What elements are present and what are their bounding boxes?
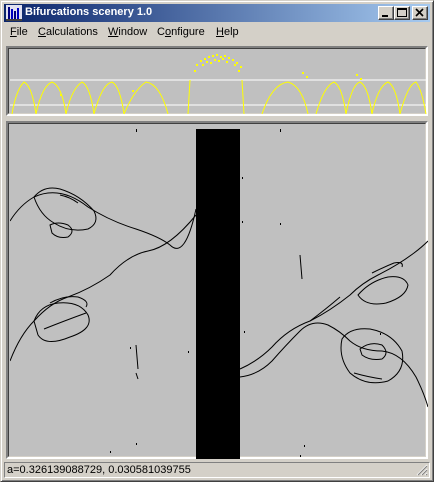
maximize-icon [397,8,407,17]
window-title: Bifurcations scenery 1.0 [25,6,153,18]
title-bar[interactable]: Bifurcations scenery 1.0 [4,4,430,22]
menu-help[interactable]: Help [216,26,239,38]
bifurcation-diagram[interactable] [10,125,428,459]
maximize-button[interactable] [394,6,410,20]
overview-scatter [60,54,362,96]
minimize-icon [382,15,388,17]
diagram-curves-right [239,240,428,408]
diagram-scatter-points [110,129,381,457]
menu-bar: File Calculations Window Configure Help [4,23,430,42]
close-button[interactable] [412,6,428,20]
menu-window[interactable]: Window [108,26,147,38]
minimize-button[interactable] [378,6,394,20]
menu-configure[interactable]: Configure [157,26,205,38]
overview-plot[interactable] [10,50,428,116]
status-coordinates: a=0.326139088729, 0.030581039755 [7,464,191,476]
overview-panel[interactable] [6,46,428,116]
menu-file[interactable]: File [10,26,28,38]
app-icon [6,5,22,21]
diagram-panel[interactable] [6,121,428,459]
status-bar: a=0.326139088729, 0.030581039755 [4,462,430,478]
overview-curves [11,79,427,115]
menu-calculations[interactable]: Calculations [38,26,98,38]
resize-grip-icon[interactable] [416,464,428,476]
diagram-black-band [196,129,240,459]
diagram-curves-left [10,187,197,380]
app-window: Bifurcations scenery 1.0 File Calculatio… [0,0,434,482]
close-icon [415,8,424,17]
